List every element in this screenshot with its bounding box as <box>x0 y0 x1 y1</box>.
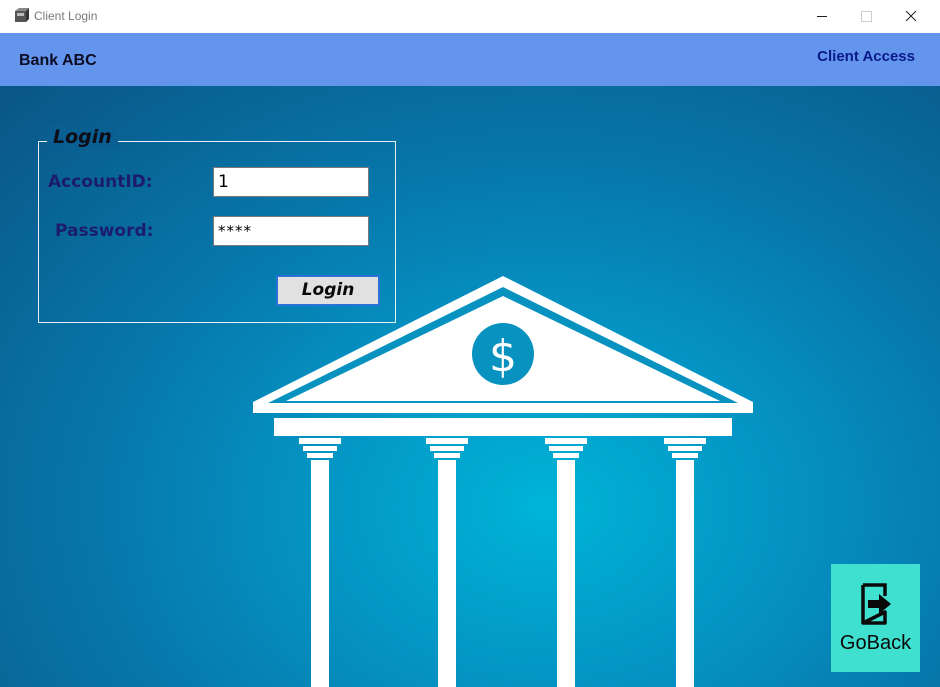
main-panel: $ Login AccountID: 1 Password: **** Logi… <box>0 86 940 687</box>
app-icon <box>15 8 29 22</box>
minimize-button[interactable] <box>800 0 846 33</box>
goback-button[interactable]: GoBack <box>831 564 920 672</box>
bank-building-illustration: $ <box>253 276 753 687</box>
login-groupbox: Login AccountID: 1 Password: **** Login <box>38 126 396 323</box>
window-titlebar: Client Login <box>0 0 940 34</box>
maximize-icon <box>861 11 872 22</box>
account-id-label: AccountID: <box>48 172 153 192</box>
client-access-title: Client Access <box>817 48 915 65</box>
account-id-input[interactable]: 1 <box>213 167 369 197</box>
login-legend: Login <box>47 126 118 148</box>
password-input[interactable]: **** <box>213 216 369 246</box>
login-button[interactable]: Login <box>276 275 380 306</box>
app-header: Bank ABC Client Access <box>0 33 940 86</box>
close-icon <box>905 10 917 22</box>
window-title: Client Login <box>34 9 98 23</box>
goback-label: GoBack <box>839 632 912 654</box>
bank-name: Bank ABC <box>19 52 97 69</box>
minimize-icon <box>817 16 827 17</box>
exit-arrow-icon <box>861 583 891 625</box>
close-button[interactable] <box>888 0 934 33</box>
password-label: Password: <box>55 221 154 241</box>
svg-text:$: $ <box>489 331 517 382</box>
maximize-button[interactable] <box>844 0 890 33</box>
